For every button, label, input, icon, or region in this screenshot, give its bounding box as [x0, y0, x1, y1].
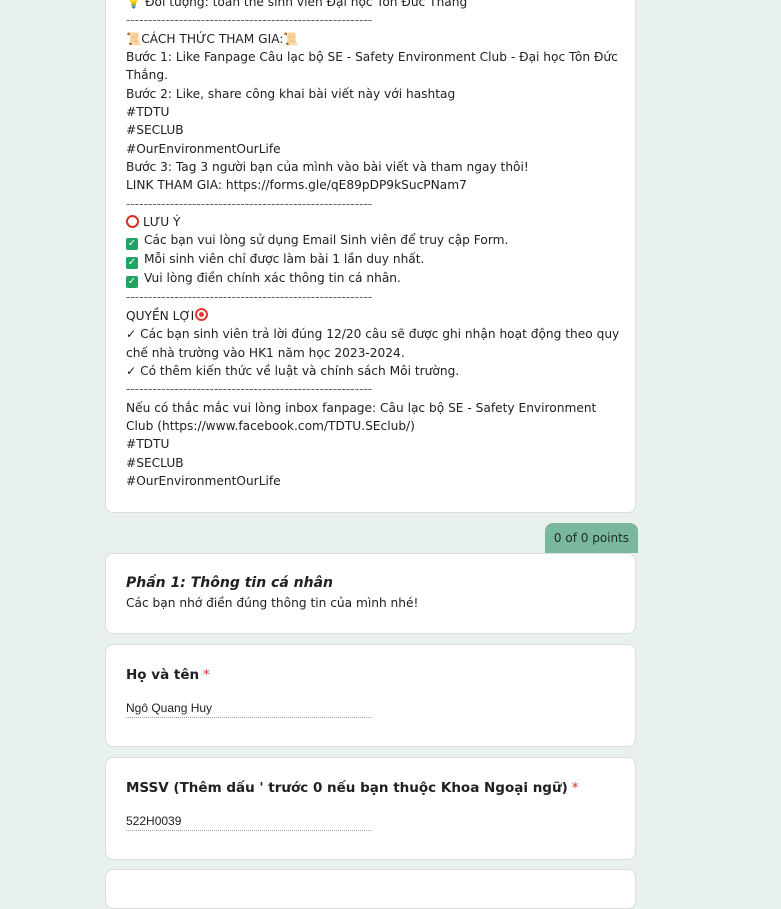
- required-asterisk: *: [571, 780, 579, 796]
- question-title: Họ và tên *: [126, 667, 210, 683]
- how-to-join-heading: 📜CÁCH THỨC THAM GIA:📜: [126, 30, 621, 48]
- check-mark-icon: ✓: [126, 238, 138, 251]
- student-id-input[interactable]: 522H0039: [126, 813, 371, 831]
- question-card-student-id: MSSV (Thêm dấu ' trước 0 nếu bạn thuộc K…: [105, 757, 636, 860]
- hashtag: #OurEnvironmentOurLife: [126, 473, 281, 488]
- form-description-card: 💡 Đối tượng: toàn thể sinh viên Đại học …: [105, 0, 636, 513]
- check-mark-icon: ✓: [126, 276, 138, 289]
- separator: ----------------------------------------…: [126, 290, 373, 305]
- section-description: Các bạn nhớ điền đúng thông tin của mình…: [126, 596, 419, 610]
- question-title-text: MSSV (Thêm dấu ' trước 0 nếu bạn thuộc K…: [126, 780, 568, 796]
- note-heading: LƯU Ý: [126, 213, 621, 231]
- step-3: Bước 3: Tag 3 người bạn của mình vào bài…: [126, 160, 529, 175]
- note-title: LƯU Ý: [143, 215, 181, 230]
- note-item: ✓ Mỗi sinh viên chỉ được làm bài 1 lần du…: [126, 250, 621, 270]
- points-badge: 0 of 0 points: [545, 523, 638, 553]
- form-description: 💡 Đối tượng: toàn thể sinh viên Đại học …: [126, 0, 621, 490]
- note-text: Vui lòng điền chính xác thông tin cá nhâ…: [144, 271, 401, 286]
- note-text: Mỗi sinh viên chỉ được làm bài 1 lần duy…: [144, 252, 425, 267]
- audience-text: Đối tượng: toàn thể sinh viên Đại học Tô…: [145, 0, 468, 9]
- separator: ----------------------------------------…: [126, 382, 373, 397]
- hashtag: #TDTU: [126, 437, 170, 452]
- required-asterisk: *: [203, 667, 210, 683]
- contact-text: Nếu có thắc mắc vui lòng inbox fanpage: …: [126, 400, 597, 433]
- note-item: ✓ Các bạn vui lòng sử dụng Email Sinh viê…: [126, 231, 621, 251]
- benefit-item: ✓ Các bạn sinh viên trả lời đúng 12/20 c…: [126, 327, 620, 360]
- red-circle-icon: [126, 215, 139, 229]
- step-1: Bước 1: Like Fanpage Câu lạc bộ SE - Saf…: [126, 50, 618, 83]
- hashtag: #SECLUB: [126, 123, 184, 138]
- note-text: Các bạn vui lòng sử dụng Email Sinh viên…: [144, 233, 509, 248]
- join-link[interactable]: LINK THAM GIA: https://forms.gle/qE89pDP…: [126, 176, 621, 194]
- check-mark-icon: ✓: [126, 257, 138, 270]
- benefit-item: ✓ Có thêm kiến thức về luật và chính sác…: [126, 363, 460, 378]
- lightbulb-icon: 💡: [126, 0, 142, 9]
- audience-line: 💡 Đối tượng: toàn thể sinh viên Đại học …: [126, 0, 621, 11]
- hashtag: #OurEnvironmentOurLife: [126, 141, 281, 156]
- question-card-full-name: Họ và tên * Ngô Quang Huy: [105, 644, 636, 747]
- question-title-text: Họ và tên: [126, 667, 200, 683]
- scroll-icon: 📜: [283, 31, 299, 46]
- step-2: Bước 2: Like, share công khai bài viết n…: [126, 86, 456, 101]
- benefits-heading: QUYỀN LỢI: [126, 307, 621, 325]
- target-icon: [195, 307, 209, 321]
- benefits-title: QUYỀN LỢI: [126, 308, 195, 323]
- full-name-input[interactable]: Ngô Quang Huy: [126, 700, 371, 718]
- separator: ----------------------------------------…: [126, 196, 373, 211]
- section-title: Phần 1: Thông tin cá nhân: [126, 575, 334, 591]
- how-to-join-text: CÁCH THỨC THAM GIA:: [141, 31, 284, 46]
- hashtag: #SECLUB: [126, 455, 184, 470]
- note-item: ✓ Vui lòng điền chính xác thông tin cá nh…: [126, 269, 621, 289]
- hashtag: #TDTU: [126, 105, 170, 120]
- section-header-card: Phần 1: Thông tin cá nhân Các bạn nhớ đi…: [105, 553, 636, 634]
- question-card-next: [105, 869, 636, 909]
- scroll-icon: 📜: [126, 31, 142, 46]
- question-title: MSSV (Thêm dấu ' trước 0 nếu bạn thuộc K…: [126, 780, 579, 796]
- separator: ----------------------------------------…: [126, 13, 373, 28]
